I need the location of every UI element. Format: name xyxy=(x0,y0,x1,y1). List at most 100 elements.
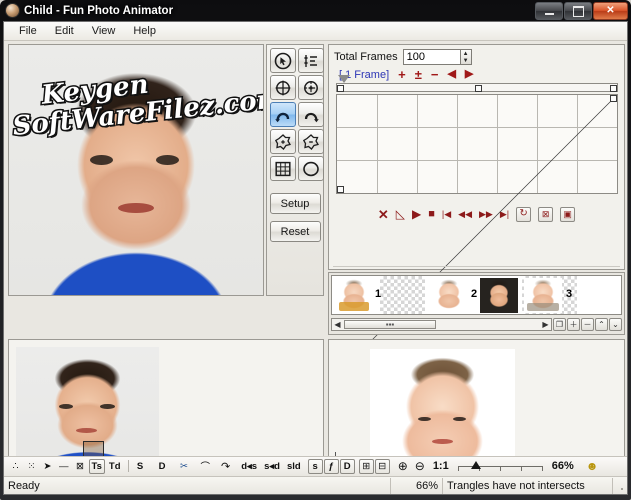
source-to-dest-button[interactable]: s◂d xyxy=(261,459,283,474)
view-source-button[interactable]: s xyxy=(307,458,323,474)
preview-left-pane[interactable] xyxy=(8,339,324,472)
triangles-dest-tool[interactable]: Td xyxy=(106,459,124,474)
resize-grip-icon xyxy=(617,480,623,491)
menu-item-view[interactable]: View xyxy=(83,23,125,39)
move-down-button[interactable]: ⌄ xyxy=(609,318,622,331)
zoom-target-tool[interactable] xyxy=(298,75,324,100)
source-image-pane[interactable]: Keygen SoftWareFilez.com xyxy=(8,44,264,296)
next-frame-button[interactable]: ▶ xyxy=(465,69,473,80)
curve-point-start[interactable] xyxy=(337,186,344,193)
view-dest-button[interactable]: D xyxy=(339,458,355,474)
maximize-button[interactable] xyxy=(564,2,592,20)
line-tool[interactable]: — xyxy=(56,459,72,474)
box-tool[interactable]: ⊠ xyxy=(73,459,88,474)
filmstrip-scrollbar[interactable]: ◀ ▪▪▪ ▶ xyxy=(331,318,552,331)
setup-button[interactable]: Setup xyxy=(269,193,321,214)
menu-item-file[interactable]: File xyxy=(10,23,46,39)
point-add-tool[interactable]: ∴ xyxy=(8,459,23,474)
bottom-toolbar: ∴ ⁙ ➤ — ⊠ Ts Td S D ✂ ⌒ ↷ d◂s s◂d sld s … xyxy=(4,456,627,475)
scroll-right-icon[interactable]: ▶ xyxy=(540,320,551,329)
ellipse-tool[interactable] xyxy=(298,156,324,181)
star-plus-tool[interactable] xyxy=(270,129,296,154)
remove-frame-button[interactable]: − xyxy=(431,68,439,81)
view-blend-button[interactable]: ƒ xyxy=(323,458,339,474)
zoom-slider-thumb[interactable] xyxy=(470,461,481,469)
scrollbar-thumb[interactable]: ▪▪▪ xyxy=(344,320,436,329)
select-arrow-tool[interactable] xyxy=(270,48,296,73)
total-frames-spin-buttons[interactable]: ▲ ▼ xyxy=(459,49,472,65)
undo-warp-tool[interactable]: ↷ xyxy=(218,459,233,474)
interpolation-curve-widget[interactable] xyxy=(336,75,618,201)
preview-right-canvas[interactable] xyxy=(332,343,621,468)
pointer-tool[interactable]: ➤ xyxy=(40,459,55,474)
resize-grip[interactable] xyxy=(613,478,627,494)
split-horizontal-button[interactable]: ⊞ xyxy=(358,458,374,474)
warp-right-tool[interactable] xyxy=(298,102,324,127)
close-button[interactable]: ✕ xyxy=(593,2,628,20)
lightbulb-icon[interactable]: ☻ xyxy=(583,459,602,474)
arc-tool[interactable]: ⌒ xyxy=(198,459,214,474)
dest-tool[interactable]: D xyxy=(155,459,170,474)
spin-up-icon[interactable]: ▲ xyxy=(461,50,471,57)
warp-left-tool[interactable] xyxy=(270,102,296,127)
duplicate-frame-button[interactable]: ❐ xyxy=(553,318,566,331)
remove-frame-button-strip[interactable]: － xyxy=(581,318,594,331)
menu-item-help[interactable]: Help xyxy=(124,23,165,39)
total-frames-stepper[interactable]: ▲ ▼ xyxy=(402,49,472,65)
scroll-left-icon[interactable]: ◀ xyxy=(332,320,343,329)
frame-thumb-2[interactable] xyxy=(430,278,468,313)
curve-handle-track[interactable] xyxy=(336,75,618,92)
preview-right-pane[interactable] xyxy=(328,339,625,472)
grid-tool[interactable] xyxy=(270,156,296,181)
total-frames-input[interactable] xyxy=(402,49,460,65)
status-message: Ready xyxy=(4,477,391,494)
spin-down-icon[interactable]: ▼ xyxy=(461,57,471,64)
star-minus-tool[interactable] xyxy=(298,129,324,154)
tool-palette: Setup Reset xyxy=(266,44,324,296)
source-tool[interactable]: S xyxy=(133,459,148,474)
frame-number-1: 1 xyxy=(375,288,382,300)
menu-item-edit[interactable]: Edit xyxy=(46,23,83,39)
total-frames-row: Total Frames ▲ ▼ xyxy=(329,45,624,65)
frame-thumb-1[interactable] xyxy=(335,278,373,313)
slide-button[interactable]: sld xyxy=(284,459,304,474)
set-frame-button[interactable]: ± xyxy=(415,68,422,81)
client-area: File Edit View Help Keygen SoftWareFilez… xyxy=(3,21,628,495)
minimize-button[interactable] xyxy=(535,2,563,20)
photo-eye-left xyxy=(90,155,114,165)
curve-point-end[interactable] xyxy=(610,95,617,102)
move-up-button[interactable]: ⌃ xyxy=(595,318,608,331)
zoom-slider[interactable] xyxy=(457,459,543,473)
preview-left-canvas[interactable] xyxy=(12,343,320,468)
photo-avatar-icon xyxy=(6,4,19,17)
point-link-tool[interactable]: ⁙ xyxy=(24,459,39,474)
track-handle-start[interactable] xyxy=(337,85,344,92)
prev-frame-button[interactable]: ◀ xyxy=(447,69,455,80)
zoom-in-button[interactable]: ⊕ xyxy=(395,459,411,474)
window-controls: ✕ xyxy=(535,2,628,20)
cut-tool[interactable]: ✂ xyxy=(177,459,192,474)
track-handle-end[interactable] xyxy=(610,85,617,92)
zoom-percent-label: 66% xyxy=(551,460,574,472)
add-frame-button-strip[interactable]: ＋ xyxy=(567,318,580,331)
reset-button[interactable]: Reset xyxy=(269,221,321,242)
triangles-source-tool[interactable]: Ts xyxy=(88,458,105,474)
title-bar: Child - Fun Photo Animator ✕ xyxy=(0,0,631,21)
move-target-tool[interactable] xyxy=(270,75,296,100)
zoom-reset-label[interactable]: 1:1 xyxy=(433,460,449,472)
add-frame-button[interactable]: + xyxy=(398,68,406,81)
filmstrip-track[interactable]: 1 2 3 xyxy=(331,275,622,315)
frame-thumb-3[interactable] xyxy=(524,278,562,313)
timeline-pane: Total Frames ▲ ▼ [ 1 Frame] + ± xyxy=(328,44,625,270)
frame-ops-row: [ 1 Frame] + ± − ◀ ▶ xyxy=(329,65,624,81)
track-handle-mid[interactable] xyxy=(475,85,482,92)
menu-bar: File Edit View Help xyxy=(4,22,627,41)
frame-thumb-selected[interactable] xyxy=(480,278,518,313)
workspace: Keygen SoftWareFilez.com Setup Reset Tot… xyxy=(4,41,627,476)
boy-photo xyxy=(9,45,263,295)
interpolation-chart[interactable] xyxy=(336,94,618,194)
sliders-tool[interactable] xyxy=(298,48,324,73)
split-vertical-button[interactable]: ⊟ xyxy=(374,458,390,474)
dest-to-source-button[interactable]: d◂s xyxy=(238,459,260,474)
zoom-out-button[interactable]: ⊖ xyxy=(412,459,428,474)
